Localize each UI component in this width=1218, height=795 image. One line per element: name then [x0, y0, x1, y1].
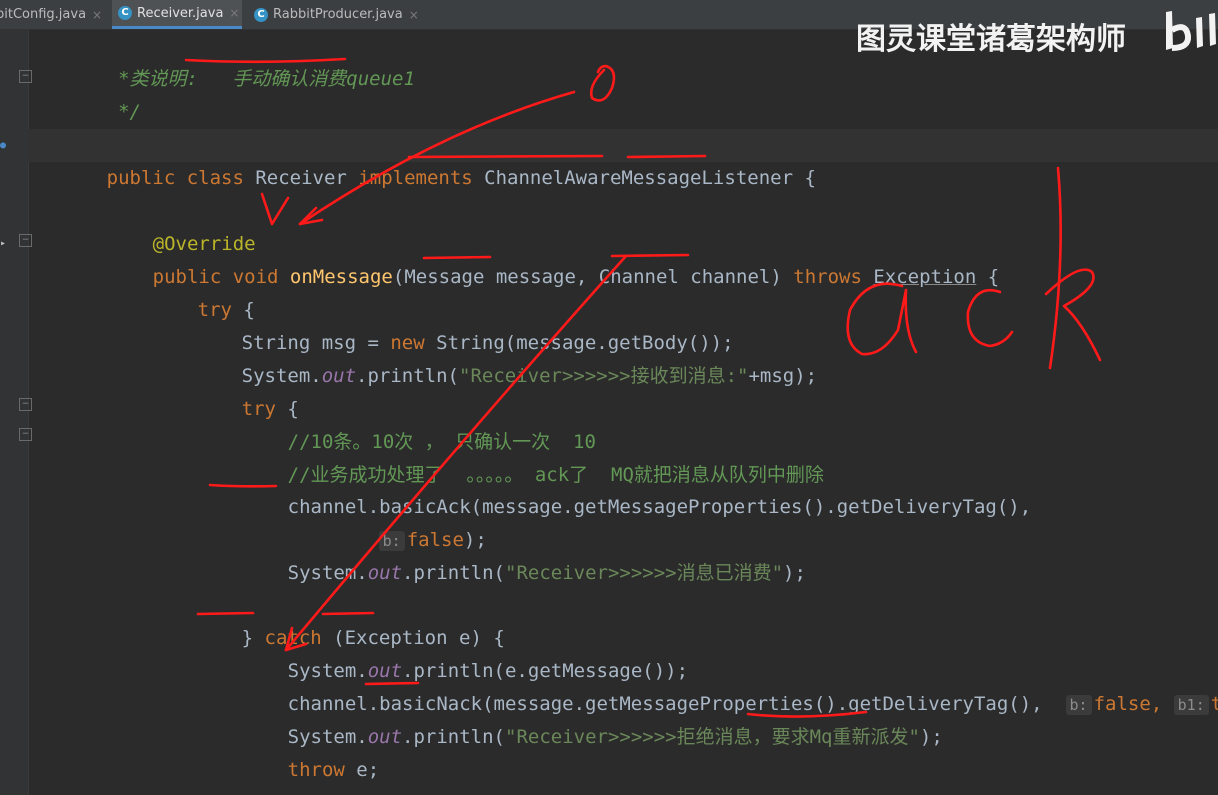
code-line: b: false);	[310, 491, 487, 551]
code-line: *类说明: 手动确认消费queue1	[38, 30, 415, 90]
keyword: throw	[287, 759, 345, 781]
ide-window: bitConfig.java × C Receiver.java × C Rab…	[0, 0, 1218, 795]
code-text: System.	[287, 562, 368, 584]
implementation-marker-icon[interactable]: ●	[0, 140, 6, 151]
string-literal: "Receiver>>>>>>接收到消息:"	[459, 365, 749, 387]
code-text: e;	[344, 759, 380, 781]
string-literal: "Receiver>>>>>>消息已消费"	[505, 562, 784, 584]
class-icon: C	[118, 6, 132, 20]
code-line: System.out.println("Receiver>>>>>>消息已消费"…	[219, 524, 806, 584]
code-line: //业务成功处理了 。。。。。 ack了 MQ就把消息从队列中删除	[219, 426, 824, 486]
method-name: onMessage	[289, 266, 393, 288]
tab-close-icon[interactable]: ×	[229, 6, 239, 20]
tab-label: Receiver.java	[137, 5, 224, 21]
code-text: .println(	[402, 562, 505, 584]
watermark-text: 图灵课堂诸葛架构师	[856, 22, 1126, 57]
code-line: try {	[173, 360, 299, 420]
tab-receiver[interactable]: C Receiver.java ×	[112, 0, 242, 29]
static-field: out	[367, 562, 403, 584]
code-text: .println(	[356, 365, 459, 387]
fold-collapse-icon[interactable]: −	[19, 70, 32, 83]
code-line: channel.basicAck(message.getMessagePrope…	[219, 458, 1032, 518]
code-text: );	[919, 726, 943, 748]
code-line: System.out.println("Receiver>>>>>>拒绝消息，要…	[219, 688, 943, 748]
fold-collapse-icon[interactable]: −	[19, 234, 32, 247]
parameter-hint: b1:	[1173, 695, 1209, 715]
code-line: @omponent	[38, 96, 218, 156]
exception-type: Exception	[873, 266, 977, 288]
tab-rabbit-config[interactable]: bitConfig.java ×	[0, 0, 112, 29]
handwritten-c	[966, 288, 1014, 348]
code-text: .println(	[402, 726, 505, 748]
code-text: );	[783, 562, 806, 584]
separator: ,	[1150, 693, 1174, 715]
keyword: public class	[106, 167, 256, 189]
tab-rabbit-producer[interactable]: C RabbitProducer.java ×	[248, 0, 424, 29]
parameter-hint: b:	[1065, 695, 1092, 715]
handwritten-k-arm	[1044, 268, 1102, 362]
code-line: } catch (Exception e) {	[173, 589, 505, 649]
handwritten-zero	[589, 64, 616, 102]
code-line: channel.basicNack(message.getMessageProp…	[219, 655, 1218, 715]
down-arrow	[260, 192, 290, 226]
code-line: try {	[129, 261, 255, 321]
keyword: false	[1093, 693, 1151, 715]
code-line: */	[38, 63, 141, 123]
tab-close-icon[interactable]: ×	[409, 8, 419, 22]
tab-label: bitConfig.java	[0, 7, 87, 22]
code-line: System.out.println(e.getMessage());	[219, 622, 688, 682]
fold-collapse-icon[interactable]: −	[19, 398, 32, 411]
code-text: +msg);	[748, 365, 818, 387]
handwritten-k-stem	[1048, 166, 1062, 370]
override-marker-icon[interactable]: ▸	[0, 238, 6, 249]
code-line: //10条。10次 ， 只确认一次 10	[219, 393, 596, 453]
class-name: Receiver	[255, 167, 347, 189]
tab-close-icon[interactable]: ×	[92, 8, 102, 22]
keyword: implements	[346, 167, 485, 189]
code-line: System.out.println("Receiver>>>>>>接收到消息:…	[173, 327, 817, 387]
code-line: throw e;	[219, 721, 380, 781]
code-line-current: public class Receiver implements Channel…	[28, 129, 1218, 189]
static-field: out	[321, 365, 357, 387]
code-line: String msg = new String(message.getBody(…	[173, 294, 734, 354]
handwritten-a	[846, 282, 918, 356]
fold-collapse-icon[interactable]: −	[19, 428, 32, 441]
arrowhead	[298, 206, 318, 226]
interface-name: ChannelAwareMessageListener	[484, 167, 794, 189]
string-literal: "Receiver>>>>>>拒绝消息，要求Mq重新派发"	[505, 726, 920, 748]
parameters: (Message message, Channel channel)	[392, 266, 794, 288]
keyword: true	[1210, 693, 1218, 715]
arrowhead	[298, 218, 324, 226]
doc-comment: 手动确认消费queue1	[232, 68, 415, 90]
brace: {	[976, 266, 1000, 288]
brace: {	[793, 167, 816, 189]
code-line: public void onMessage(Message message, C…	[84, 228, 1000, 288]
keyword: throws	[793, 266, 874, 288]
code-line: }	[173, 754, 253, 795]
code-line: @Override	[84, 195, 256, 255]
editor-gutter: − − − − ● ▸	[0, 30, 32, 795]
tab-label: RabbitProducer.java	[273, 7, 403, 22]
class-icon: C	[254, 7, 268, 22]
bilibili-logo	[1166, 11, 1216, 51]
